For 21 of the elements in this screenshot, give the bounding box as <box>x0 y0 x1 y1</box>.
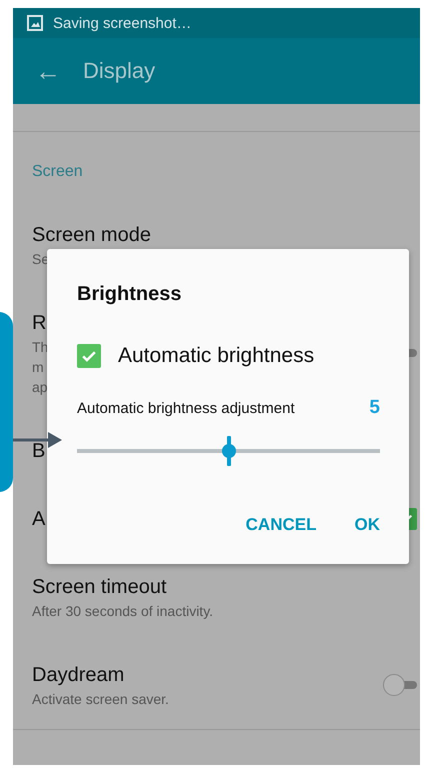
checkbox[interactable] <box>77 344 101 368</box>
setting-description: ap <box>32 378 48 397</box>
section-header: Screen <box>32 162 83 182</box>
image-icon <box>27 15 43 31</box>
setting-description: Activate screen saver. <box>32 690 169 709</box>
setting-title[interactable]: Screen timeout <box>32 573 167 601</box>
setting-title[interactable]: Screen mode <box>32 221 151 249</box>
slider-thumb[interactable] <box>222 436 236 466</box>
setting-description: After 30 seconds of inactivity. <box>32 602 214 621</box>
setting-title[interactable]: A <box>32 505 46 533</box>
setting-description: m <box>32 358 44 377</box>
setting-title[interactable]: R <box>32 309 46 337</box>
dialog-title: Brightness <box>77 283 182 306</box>
slider-value: 5 <box>369 397 380 419</box>
checkbox-label[interactable]: Automatic brightness <box>118 344 314 368</box>
slider-label: Automatic brightness adjustment <box>77 400 295 416</box>
screen-title: Display <box>83 58 156 84</box>
setting-title[interactable]: Daydream <box>32 661 124 689</box>
setting-title[interactable]: B <box>32 437 46 465</box>
toggle-switch[interactable] <box>383 674 417 696</box>
status-text: Saving screenshot… <box>53 14 192 32</box>
